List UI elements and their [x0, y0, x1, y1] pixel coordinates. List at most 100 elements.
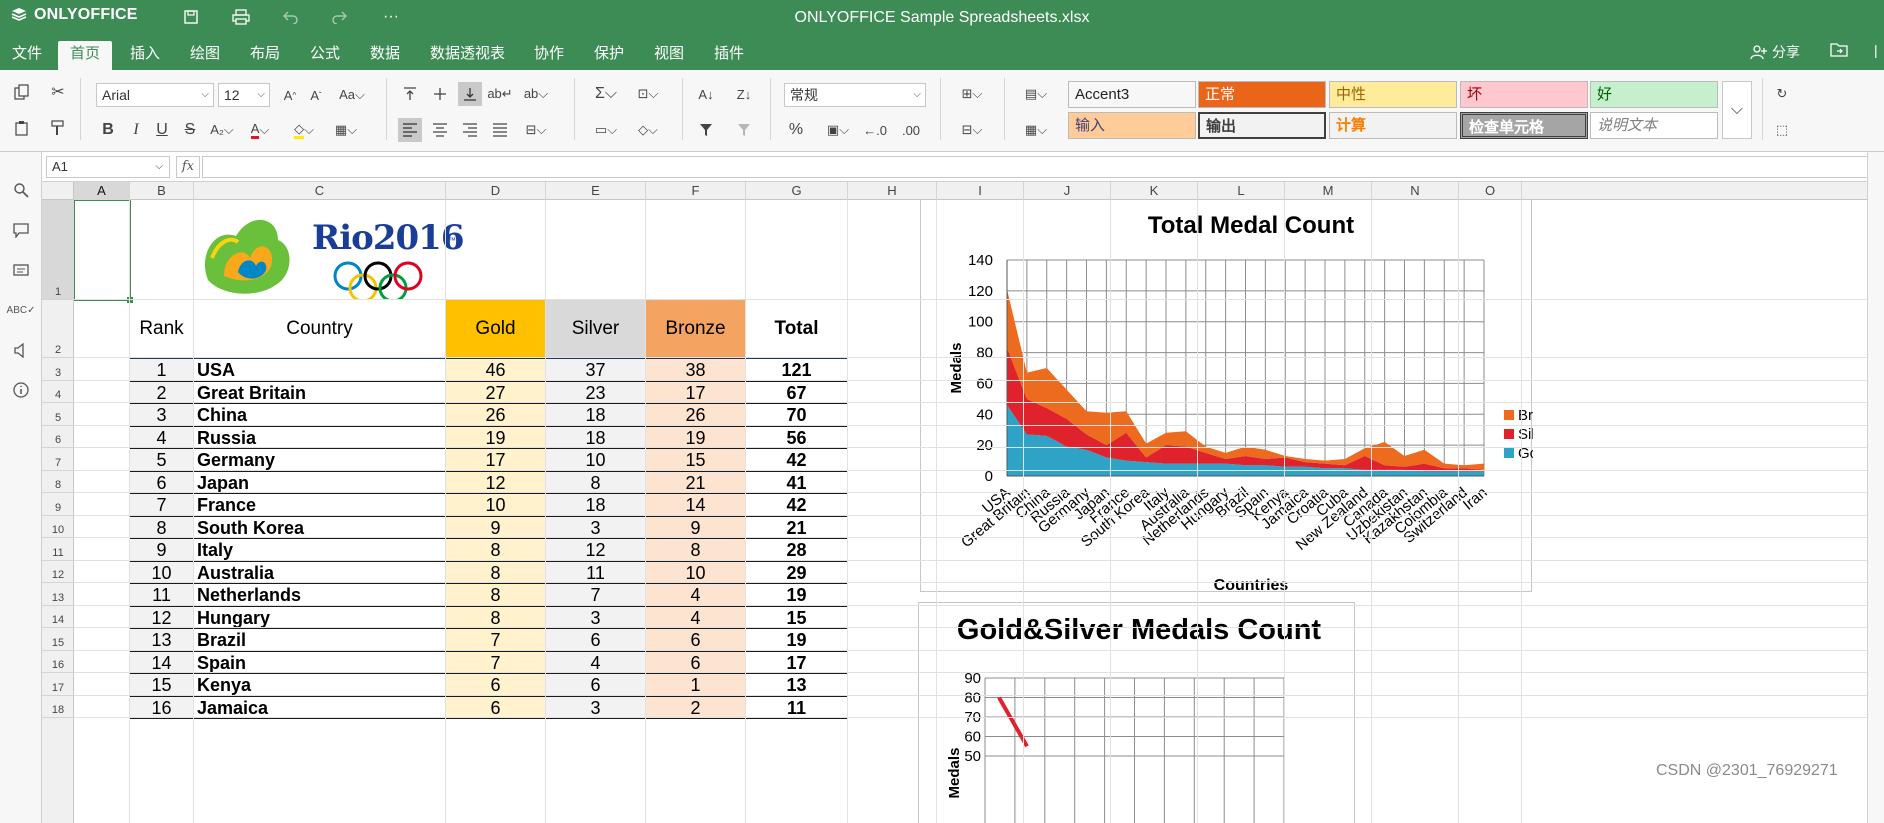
- header-silver[interactable]: Silver: [545, 299, 646, 358]
- table-cell[interactable]: 41: [745, 470, 848, 494]
- table-cell[interactable]: 12: [445, 470, 546, 494]
- bold-button[interactable]: B: [96, 118, 120, 142]
- filter-icon[interactable]: [694, 118, 718, 142]
- style-calculation[interactable]: 计算: [1329, 112, 1457, 139]
- table-cell[interactable]: Australia: [193, 560, 446, 584]
- menu-data[interactable]: 数据: [358, 41, 412, 70]
- table-cell[interactable]: 18: [545, 493, 646, 517]
- selected-cell-a1[interactable]: [74, 200, 131, 301]
- styles-expand-icon[interactable]: ⌵: [1722, 81, 1752, 139]
- row-header-15[interactable]: 15: [42, 628, 74, 651]
- table-cell[interactable]: 1: [129, 358, 194, 382]
- table-cell[interactable]: 10: [645, 560, 746, 584]
- table-cell[interactable]: Kenya: [193, 673, 446, 697]
- table-cell[interactable]: Italy: [193, 538, 446, 562]
- row-header-13[interactable]: 13: [42, 583, 74, 606]
- table-cell[interactable]: 28: [745, 538, 848, 562]
- paste-icon[interactable]: [10, 116, 34, 140]
- table-cell[interactable]: 3: [129, 403, 194, 427]
- function-button[interactable]: fx: [176, 156, 200, 178]
- table-cell[interactable]: 8: [445, 560, 546, 584]
- borders-icon[interactable]: ▦⌵: [328, 118, 364, 142]
- increase-font-icon[interactable]: A ^: [278, 83, 302, 107]
- table-cell[interactable]: Great Britain: [193, 380, 446, 404]
- column-header-h[interactable]: H: [848, 182, 937, 200]
- row-header-9[interactable]: 9: [42, 493, 74, 516]
- open-location-icon[interactable]: [1830, 42, 1848, 57]
- table-cell[interactable]: 8: [445, 538, 546, 562]
- table-cell[interactable]: 38: [645, 358, 746, 382]
- column-header-g[interactable]: G: [746, 182, 848, 200]
- gold-silver-chart[interactable]: Gold&Silver Medals Count 50 60 70 80 90 Medals: [918, 602, 1355, 823]
- table-cell[interactable]: 7: [445, 628, 546, 652]
- decrease-decimal-icon[interactable]: ←.0: [860, 118, 890, 142]
- subscript-icon[interactable]: A₂⌵: [206, 118, 238, 142]
- share-button[interactable]: 分享: [1750, 42, 1800, 62]
- table-cell[interactable]: 67: [745, 380, 848, 404]
- menu-protection[interactable]: 保护: [582, 41, 636, 70]
- table-cell[interactable]: USA: [193, 358, 446, 382]
- table-cell[interactable]: 12: [129, 605, 194, 629]
- sort-ascending-icon[interactable]: A↓: [694, 82, 718, 106]
- table-cell[interactable]: 3: [545, 515, 646, 539]
- table-cell[interactable]: South Korea: [193, 515, 446, 539]
- conditional-format-icon[interactable]: ▤⌵: [1018, 82, 1054, 106]
- column-header-m[interactable]: M: [1285, 182, 1372, 200]
- chat-icon[interactable]: [9, 258, 33, 282]
- column-header-f[interactable]: F: [646, 182, 746, 200]
- table-cell[interactable]: 17: [645, 380, 746, 404]
- menu-home[interactable]: 首页: [58, 41, 113, 70]
- table-cell[interactable]: 42: [745, 493, 848, 517]
- table-cell[interactable]: 10: [445, 493, 546, 517]
- row-header-17[interactable]: 17: [42, 673, 74, 696]
- style-good[interactable]: 好: [1590, 81, 1718, 108]
- row-header-4[interactable]: 4: [42, 381, 74, 403]
- menu-collaboration[interactable]: 协作: [522, 41, 576, 70]
- select-all-corner[interactable]: [42, 182, 74, 200]
- table-cell[interactable]: Germany: [193, 448, 446, 472]
- header-rank[interactable]: Rank: [129, 299, 194, 358]
- menu-plugins[interactable]: 插件: [702, 41, 756, 70]
- table-cell[interactable]: 13: [129, 628, 194, 652]
- column-header-c[interactable]: C: [194, 182, 446, 200]
- row-header-6[interactable]: 6: [42, 426, 74, 448]
- table-cell[interactable]: 4: [645, 583, 746, 607]
- accounting-icon[interactable]: ▣⌵: [820, 118, 856, 142]
- row-header-16[interactable]: 16: [42, 651, 74, 673]
- merge-cells-icon[interactable]: ⊟⌵: [518, 118, 554, 142]
- named-range-icon[interactable]: ▭⌵: [588, 118, 624, 142]
- table-cell[interactable]: 6: [445, 673, 546, 697]
- name-box[interactable]: A1 ⌵: [46, 156, 170, 178]
- style-input[interactable]: 输入: [1068, 112, 1196, 139]
- table-cell[interactable]: 14: [645, 493, 746, 517]
- table-cell[interactable]: 19: [445, 425, 546, 449]
- table-cell[interactable]: 11: [129, 583, 194, 607]
- table-cell[interactable]: 15: [745, 605, 848, 629]
- table-cell[interactable]: 3: [545, 695, 646, 719]
- column-header-i[interactable]: I: [937, 182, 1024, 200]
- table-cell[interactable]: 16: [129, 695, 194, 719]
- table-cell[interactable]: 11: [545, 560, 646, 584]
- menu-file[interactable]: 文件: [0, 41, 54, 70]
- table-cell[interactable]: 8: [445, 583, 546, 607]
- column-header-k[interactable]: K: [1111, 182, 1198, 200]
- format-painter-icon[interactable]: [46, 116, 70, 140]
- table-cell[interactable]: 6: [645, 650, 746, 674]
- table-cell[interactable]: 19: [645, 425, 746, 449]
- row-header-10[interactable]: 10: [42, 516, 74, 538]
- table-cell[interactable]: 6: [129, 470, 194, 494]
- insert-cells-icon[interactable]: ⊞⌵: [954, 82, 990, 106]
- align-bottom-icon[interactable]: [458, 82, 482, 106]
- table-cell[interactable]: 8: [129, 515, 194, 539]
- table-cell[interactable]: 15: [645, 448, 746, 472]
- font-name-select[interactable]: Arial ⌵: [96, 83, 214, 107]
- row-header-2[interactable]: 2: [42, 300, 74, 358]
- style-output[interactable]: 输出: [1198, 112, 1326, 139]
- row-header-5[interactable]: 5: [42, 403, 74, 426]
- align-left-icon[interactable]: [398, 118, 422, 142]
- table-cell[interactable]: 6: [445, 695, 546, 719]
- header-total[interactable]: Total: [745, 299, 848, 358]
- table-cell[interactable]: 42: [745, 448, 848, 472]
- table-cell[interactable]: Russia: [193, 425, 446, 449]
- fill-handle[interactable]: [127, 297, 133, 303]
